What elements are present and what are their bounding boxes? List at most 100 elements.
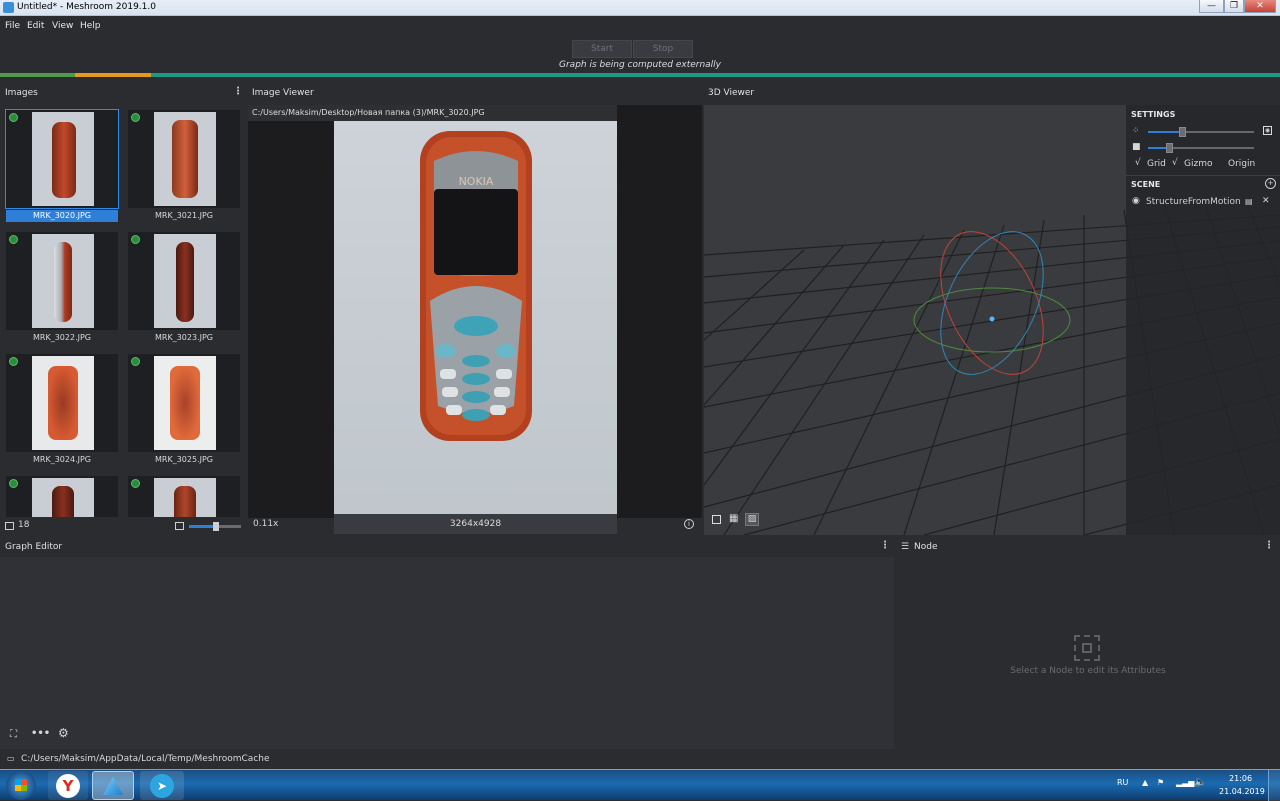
photo-preview — [32, 356, 94, 450]
thumbnail-size-icon — [175, 522, 184, 530]
fit-view-icon[interactable]: ◉ — [1263, 126, 1272, 135]
reconstructed-check-icon — [9, 357, 18, 366]
phone-image — [170, 366, 200, 440]
gizmo-checkbox[interactable]: √ — [1172, 158, 1178, 168]
image-thumbnail[interactable] — [5, 109, 119, 209]
start-button[interactable]: Start — [572, 40, 632, 58]
image-thumbnail[interactable] — [6, 476, 118, 517]
view-single-icon[interactable] — [712, 515, 721, 524]
info-icon[interactable]: i — [684, 519, 694, 529]
image-viewer-canvas[interactable]: NOKIA — [248, 105, 702, 518]
image-label: MRK_3025.JPG — [155, 455, 213, 464]
network-signal-icon[interactable]: ▂▃▅ — [1176, 778, 1194, 787]
image-label: MRK_3024.JPG — [33, 455, 91, 464]
slider-handle[interactable] — [1166, 143, 1173, 153]
menu-view[interactable]: View — [52, 21, 73, 31]
settings-gear-icon[interactable]: ⚙ — [58, 726, 69, 740]
status-bar: ▭ C:/Users/Maksim/AppData/Local/Temp/Mes… — [0, 750, 1280, 769]
image-thumbnail[interactable] — [128, 354, 240, 452]
view-textured-icon[interactable]: ▨ — [745, 513, 759, 526]
viewer-3d-title: 3D Viewer — [708, 88, 755, 98]
node-attributes-icon: ☰ — [901, 542, 910, 552]
images-panel-title: Images — [5, 88, 38, 98]
minimize-button[interactable]: — — [1199, 0, 1224, 13]
visibility-eye-icon[interactable]: ◉ — [1132, 196, 1140, 206]
taskbar-telegram[interactable]: ➤ — [140, 771, 184, 800]
phone-photo-svg: NOKIA — [420, 131, 532, 441]
menu-help[interactable]: Help — [80, 21, 101, 31]
slider-fill — [1148, 147, 1168, 149]
node-panel: ☰ Node ⋮ Select a Node to edit its Attri… — [896, 539, 1280, 749]
images-menu-icon[interactable]: ⋮ — [233, 86, 243, 97]
settings-title: SETTINGS — [1131, 110, 1176, 119]
view-grid-icon[interactable]: ▦ — [729, 514, 739, 524]
action-center-flag-icon[interactable]: ⚑ — [1157, 778, 1164, 787]
scene-item-remove-icon[interactable]: ✕ — [1262, 196, 1270, 206]
scene-item[interactable]: StructureFromMotion — [1146, 197, 1241, 207]
grid-label: Grid — [1147, 159, 1166, 169]
show-desktop-button[interactable] — [1268, 770, 1280, 801]
clock-date[interactable]: 21.04.2019 — [1219, 787, 1265, 796]
image-count: 18 — [18, 520, 30, 530]
language-indicator[interactable]: RU — [1117, 778, 1128, 787]
image-label: MRK_3021.JPG — [155, 211, 213, 220]
node-panel-title: Node — [914, 542, 938, 552]
menu-file[interactable]: File — [5, 21, 20, 31]
point-size-slider[interactable] — [1148, 127, 1254, 137]
reconstructed-check-icon — [9, 113, 18, 122]
tray-expand-icon[interactable]: ▲ — [1142, 778, 1148, 787]
stop-button[interactable]: Stop — [633, 40, 693, 58]
fit-all-icon[interactable]: ⛶ — [10, 729, 17, 740]
slider-fill — [1148, 131, 1182, 133]
volume-icon[interactable]: 🔈 — [1194, 777, 1206, 788]
node-menu-icon[interactable]: ⋮ — [1264, 540, 1274, 551]
gizmo-label: Gizmo — [1184, 159, 1213, 169]
more-options-icon[interactable]: ••• — [31, 728, 50, 739]
taskbar-meshroom[interactable] — [92, 771, 134, 800]
slider-handle[interactable] — [213, 522, 219, 531]
image-thumbnail[interactable] — [128, 476, 240, 517]
phone-image — [48, 366, 78, 440]
progress-segment-running — [75, 73, 151, 77]
folder-icon: ▭ — [7, 754, 15, 763]
maximize-button[interactable]: ❐ — [1224, 0, 1244, 13]
empty-node-icon-inner — [1082, 643, 1092, 653]
grid-checkbox[interactable]: √ — [1135, 158, 1141, 168]
close-button[interactable]: ✕ — [1244, 0, 1276, 13]
cache-path: C:/Users/Maksim/AppData/Local/Temp/Meshr… — [21, 754, 270, 764]
graph-editor-panel: Graph Editor ⋮ ⛶ ••• ⚙ — [0, 539, 894, 749]
graph-editor-menu-icon[interactable]: ⋮ — [880, 540, 890, 551]
photo-preview — [32, 234, 94, 328]
image-thumbnail[interactable] — [6, 232, 118, 330]
photo-preview — [32, 478, 94, 517]
reconstructed-check-icon — [131, 113, 140, 122]
image-thumbnail[interactable] — [128, 110, 240, 208]
meshroom-icon — [103, 777, 123, 795]
window-title-bar: Untitled* - Meshroom 2019.1.0 — ❐ ✕ — [0, 0, 1280, 16]
slider-handle[interactable] — [1179, 127, 1186, 137]
reconstructed-check-icon — [9, 235, 18, 244]
image-count-icon — [5, 522, 14, 530]
compute-status-text: Graph is being computed externally — [559, 60, 721, 70]
image-thumbnail[interactable] — [128, 232, 240, 330]
menu-bar: File Edit View Help — [0, 16, 1280, 38]
image-viewer-panel: Image Viewer NOKIA C:/Users/Maksim/Deskt… — [248, 85, 702, 535]
menu-edit[interactable]: Edit — [27, 21, 44, 31]
clock-time[interactable]: 21:06 — [1229, 774, 1252, 783]
image-thumbnail[interactable] — [6, 354, 118, 452]
image-label: MRK_3022.JPG — [33, 333, 91, 342]
add-scene-icon[interactable]: + — [1265, 178, 1276, 189]
camera-scale-slider[interactable] — [1148, 143, 1254, 153]
graph-editor-canvas[interactable] — [0, 557, 894, 749]
divider — [1126, 175, 1280, 176]
taskbar-yandex-browser[interactable]: Y — [48, 771, 88, 800]
image-viewer-footer: 0.11x 3264x4928 i — [248, 514, 702, 534]
window-title: Untitled* - Meshroom 2019.1.0 — [17, 2, 156, 12]
current-image: NOKIA — [334, 121, 617, 514]
graph-editor-title: Graph Editor — [5, 542, 63, 552]
origin-button[interactable]: Origin — [1228, 159, 1255, 169]
scene-item-media-icon[interactable]: ▤ — [1245, 197, 1253, 206]
thumbnail-size-slider[interactable] — [189, 522, 241, 531]
photo-preview — [154, 356, 216, 450]
start-menu-icon[interactable] — [6, 771, 36, 800]
